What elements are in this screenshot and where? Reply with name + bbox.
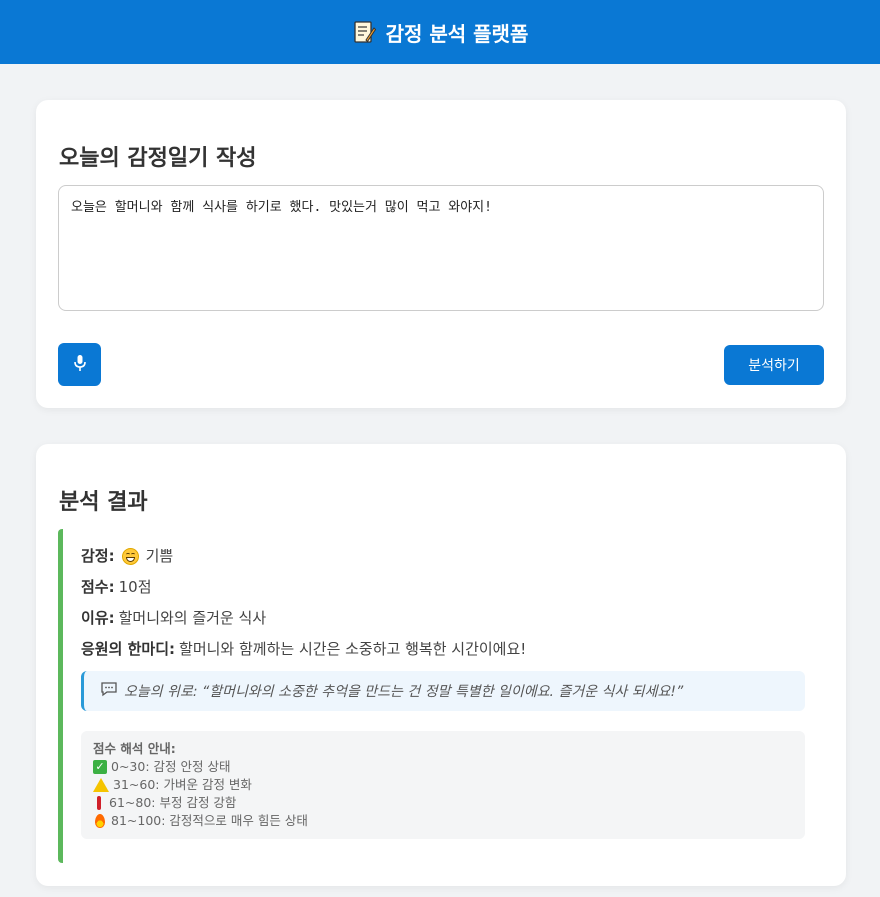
result-card: 분석 결과 감정: 기쁨 점수: 10점 이유: 할머니와의 즐거운 식사 응원… bbox=[36, 444, 846, 886]
reason-row: 이유: 할머니와의 즐거운 식사 bbox=[81, 609, 804, 627]
emotion-row: 감정: 기쁨 bbox=[81, 547, 804, 565]
warning-icon bbox=[93, 778, 109, 792]
speech-bubble-icon bbox=[100, 681, 118, 701]
app-header: 감정 분석 플랫폼 bbox=[0, 0, 880, 64]
emotion-value: 기쁨 bbox=[145, 547, 174, 565]
comfort-message: 오늘의 위로: “할머니와의 소중한 추억을 만드는 건 정말 특별한 일이에요… bbox=[81, 671, 805, 711]
diary-card-title: 오늘의 감정일기 작성 bbox=[59, 146, 257, 171]
score-row: 점수: 10점 bbox=[81, 578, 804, 596]
guide-item: 81~100: 감정적으로 매우 힘든 상태 bbox=[93, 812, 793, 830]
memo-icon bbox=[352, 20, 376, 44]
diary-textarea[interactable]: 오늘은 할머니와 함께 식사를 하기로 했다. 맛있는거 많이 먹고 와야지! bbox=[58, 185, 824, 311]
score-guide: 점수 해석 안내: ✓ 0~30: 감정 안정 상태 31~60: 가벼운 감정… bbox=[81, 731, 805, 839]
analyze-button[interactable]: 분석하기 bbox=[724, 345, 824, 385]
cheer-row: 응원의 한마디: 할머니와 함께하는 시간은 소중하고 행복한 시간이에요! bbox=[81, 640, 804, 658]
result-box: 감정: 기쁨 점수: 10점 이유: 할머니와의 즐거운 식사 응원의 한마디:… bbox=[58, 529, 824, 863]
score-value: 10점 bbox=[118, 578, 152, 596]
result-card-title: 분석 결과 bbox=[59, 490, 148, 515]
guide-item: 31~60: 가벼운 감정 변화 bbox=[93, 776, 793, 794]
fire-icon bbox=[95, 814, 105, 828]
cheer-label: 응원의 한마디: bbox=[81, 640, 176, 658]
comfort-text: 오늘의 위로: “할머니와의 소중한 추억을 만드는 건 정말 특별한 일이에요… bbox=[124, 684, 684, 700]
diary-card: 오늘의 감정일기 작성 오늘은 할머니와 함께 식사를 하기로 했다. 맛있는거… bbox=[36, 100, 846, 408]
guide-item-text: 0~30: 감정 안정 상태 bbox=[111, 759, 231, 774]
score-label: 점수: bbox=[81, 578, 115, 596]
microphone-button[interactable] bbox=[58, 343, 101, 386]
guide-item: ✓ 0~30: 감정 안정 상태 bbox=[93, 758, 793, 776]
smile-emoji-icon bbox=[121, 547, 139, 565]
check-icon: ✓ bbox=[93, 760, 107, 774]
emotion-label: 감정: bbox=[81, 547, 115, 565]
app-title: 감정 분석 플랫폼 bbox=[385, 21, 529, 46]
guide-item: 61~80: 부정 감정 강함 bbox=[93, 794, 793, 812]
guide-item-text: 81~100: 감정적으로 매우 힘든 상태 bbox=[111, 813, 308, 828]
exclamation-icon bbox=[97, 796, 101, 810]
reason-label: 이유: bbox=[81, 609, 115, 627]
cheer-value: 할머니와 함께하는 시간은 소중하고 행복한 시간이에요! bbox=[179, 640, 527, 658]
guide-item-text: 61~80: 부정 감정 강함 bbox=[109, 795, 237, 810]
microphone-icon bbox=[73, 354, 87, 375]
guide-item-text: 31~60: 가벼운 감정 변화 bbox=[113, 777, 252, 792]
reason-value: 할머니와의 즐거운 식사 bbox=[118, 609, 267, 627]
guide-title: 점수 해석 안내: bbox=[93, 741, 176, 756]
